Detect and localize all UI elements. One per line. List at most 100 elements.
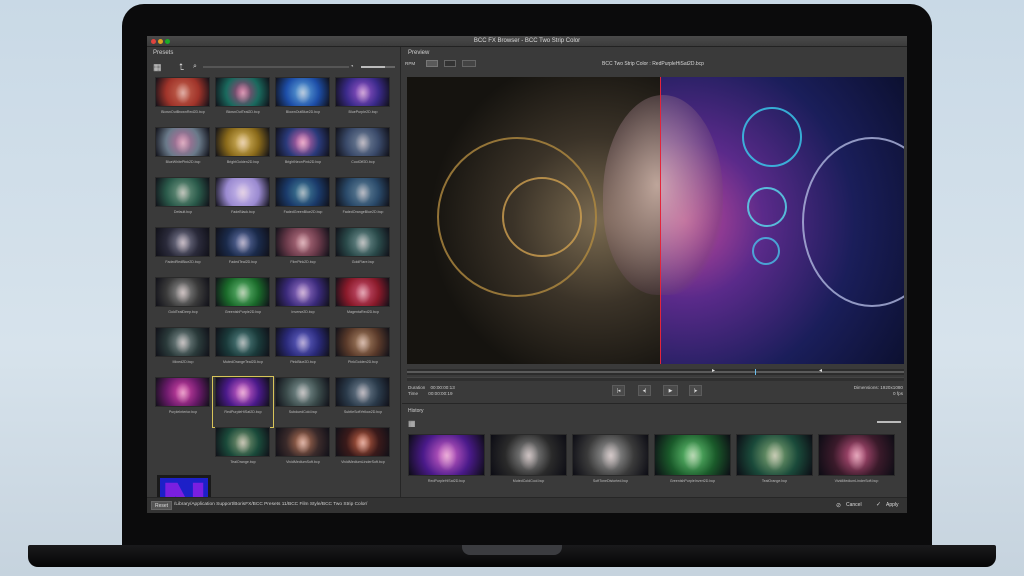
preset-label: FadeBlack.bcp [231,210,255,214]
step-forward-button[interactable]: |▸ [689,385,702,396]
preset-image [215,327,270,357]
split-line[interactable] [660,77,661,364]
close-window-icon[interactable] [151,39,156,44]
step-back-button[interactable]: ◂| [638,385,651,396]
preset-thumbnail[interactable]: FadeBlack.bcp [213,177,273,227]
glow-ring-3 [752,237,780,265]
preset-label: RedPurpleHiSat2D.bcp [224,410,262,414]
history-thumbnail[interactable] [490,434,567,476]
preset-image [335,177,390,207]
up-folder-icon[interactable]: ⮤ [179,61,184,73]
preset-label: Mixed2D.bcp [172,360,194,364]
preset-label: GoldTealDeep.bcp [168,310,198,314]
preset-thumbnail[interactable]: FadedRedBlue2D.bcp [153,227,213,277]
preset-label: GoldFlare.bcp [351,260,375,264]
preset-thumbnail[interactable]: PinkGolden2D.bcp [333,327,393,377]
view-mode-button[interactable] [426,60,438,67]
preset-thumbnail[interactable]: GoldTealDeep.bcp [153,277,213,327]
preset-thumbnail[interactable]: Default.bcp [153,177,213,227]
in-point-marker[interactable]: ▸ [712,368,715,374]
history-thumbnail[interactable] [572,434,649,476]
apply-icon: ✓ [876,502,882,508]
preset-thumbnail[interactable]: MagentaRed2D.bcp [333,277,393,327]
history-thumbnail[interactable] [408,434,485,476]
preset-thumbnail[interactable]: PinkBlue2D.bcp [273,327,333,377]
preset-thumbnail[interactable]: TealOrange.bcp [213,427,273,477]
preset-label: BrightNeonPink2D.bcp [284,160,322,164]
playhead[interactable] [755,369,756,375]
preset-thumbnail[interactable]: RedPurpleHiSat2D.bcp [212,376,274,428]
thumbnail-size-slider[interactable] [361,66,395,68]
preset-thumbnail[interactable]: MutedOrangeTeal2D.bcp [213,327,273,377]
preset-image [275,427,330,457]
history-grid-icon[interactable]: ▦ [408,419,416,428]
glow-ring-2 [747,187,787,227]
preset-label: FadedGreenBlue2D.bcp [283,210,323,214]
dimension-info: Dimensions: 1920x1080 0 fps [854,385,903,397]
preset-thumbnail[interactable]: BluePurple2D.bcp [333,77,393,127]
preset-thumbnail[interactable]: FadedOrangeBlue2D.bcp [333,177,393,227]
preset-thumbnail[interactable]: BlownOutBlue2D.bcp [273,77,333,127]
preset-image [215,377,270,407]
history-label-item: MutedColdCool.bcp [512,479,545,483]
preset-image [215,427,270,457]
search-icon[interactable]: ⌕ [193,61,197,73]
preset-thumbnail[interactable]: GoldFlare.bcp [333,227,393,277]
preset-thumbnail[interactable]: BrightNeonPink2D.bcp [273,127,333,177]
preset-image [155,77,210,107]
cancel-button[interactable]: Cancel [846,501,862,510]
preset-image [335,227,390,257]
zoom-button[interactable] [462,60,476,67]
grid-view-icon[interactable]: ▦ [153,61,162,73]
preset-thumbnail[interactable]: GreenishPurple2D.bcp [213,277,273,327]
play-button[interactable]: ▶ [663,385,678,396]
out-point-marker[interactable]: ◂ [819,368,822,374]
clock-icon[interactable]: ◔ [350,61,354,73]
preset-thumbnail[interactable]: FadedTeal2D.bcp [213,227,273,277]
history-thumbnail[interactable] [736,434,813,476]
preset-thumbnail[interactable]: SubtleSoftYellow2D.bcp [333,377,393,427]
compare-mode-button[interactable] [444,60,456,67]
reset-button[interactable]: Reset [151,501,173,510]
gear-inner-left [502,177,582,257]
apply-button[interactable]: Apply [886,501,899,510]
preset-label: SubduedCold.bcp [288,410,318,414]
search-input[interactable] [203,66,349,68]
preset-label: FadedOrangeBlue2D.bcp [342,210,384,214]
preset-thumbnail[interactable]: VividMediumSoft.bcp [273,427,333,477]
go-to-start-button[interactable]: |◂ [612,385,625,396]
history-label-item: SoftToneDistorted.bcp [592,479,629,483]
preset-image [155,227,210,257]
history-thumbnail[interactable] [654,434,731,476]
preset-thumbnail[interactable]: SubduedCold.bcp [273,377,333,427]
preset-thumbnail[interactable]: BlueWhitePink2D.bcp [153,127,213,177]
preset-image [335,127,390,157]
history-size-slider[interactable] [877,421,901,423]
preset-thumbnail[interactable]: Inverse2D.bcp [273,277,333,327]
preset-label: BlueWhitePink2D.bcp [165,160,201,164]
preset-image [275,377,330,407]
presets-label: Presets [153,50,174,56]
preset-thumbnail[interactable]: BlownOutBrownRed2D.bcp [153,77,213,127]
timeline[interactable]: ▸ ◂ [407,368,904,375]
preset-thumbnail[interactable]: PurpleInterior.bcp [153,377,213,427]
preset-thumbnail[interactable]: BrightGolden2D.bcp [213,127,273,177]
preset-thumbnail[interactable]: FilmPink2D.bcp [273,227,333,277]
preset-thumbnail[interactable]: FadedGreenBlue2D.bcp [273,177,333,227]
preset-thumbnail[interactable]: Mixed2D.bcp [153,327,213,377]
preset-label: FadedTeal2D.bcp [228,260,258,264]
bottom-bar: Reset /Library/Application Support/Boris… [147,497,907,513]
preset-thumbnail[interactable]: CoolOff2D.bcp [333,127,393,177]
preset-label: VividMediumSoft.bcp [286,460,320,464]
history-thumbnail[interactable] [818,434,895,476]
maximize-window-icon[interactable] [165,39,170,44]
rpm-label: RPM [405,61,416,66]
preset-label: VividMediumLinderSoft.bcp [341,460,385,464]
preset-thumbnail[interactable]: BlownOutTeal2D.bcp [213,77,273,127]
preset-image [275,177,330,207]
preset-thumbnail[interactable]: VividMediumLinderSoft.bcp [333,427,393,477]
preset-image [215,277,270,307]
minimize-window-icon[interactable] [158,39,163,44]
preview-image[interactable] [407,77,904,364]
preset-image [215,77,270,107]
